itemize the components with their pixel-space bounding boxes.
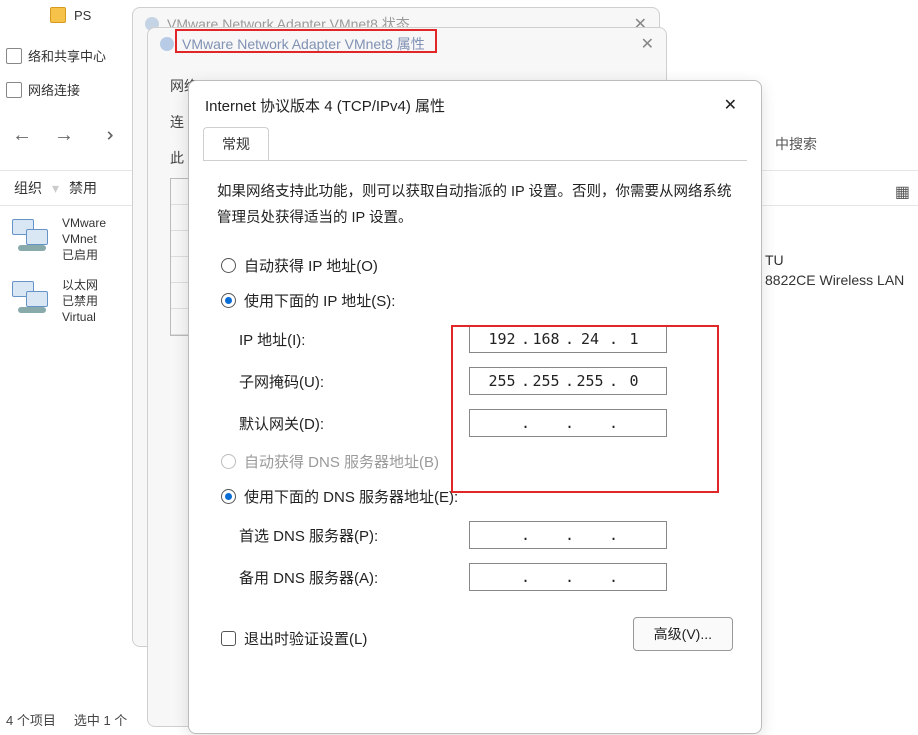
back-button[interactable]: ←	[12, 124, 32, 147]
description-text: 如果网络支持此功能，则可以获取自动指派的 IP 设置。否则，你需要从网络系统管理…	[217, 179, 733, 231]
folder-icon	[50, 7, 66, 23]
sharing-icon	[6, 48, 22, 64]
preferred-dns-input[interactable]: . . .	[469, 521, 667, 549]
forward-button[interactable]: →	[54, 124, 74, 147]
up-button[interactable]: ⌃	[92, 127, 117, 144]
radio-icon	[221, 293, 236, 308]
close-icon[interactable]: ✕	[641, 34, 654, 54]
default-gateway-input[interactable]: . . .	[469, 409, 667, 437]
field-label: 首选 DNS 服务器(P):	[239, 525, 469, 546]
radio-label: 使用下面的 IP 地址(S):	[244, 290, 395, 311]
bg-text-tu: TU	[765, 252, 784, 268]
adapter-text: VMware VMnet 已启用	[62, 215, 106, 263]
field-label: IP 地址(I):	[239, 329, 469, 350]
adapter-item-ethernet[interactable]: 以太网 已禁用 Virtual	[10, 277, 140, 325]
checkbox-icon	[221, 631, 236, 646]
adapter-item-vmware[interactable]: VMware VMnet 已启用	[10, 215, 140, 263]
tab-strip: 常规	[189, 127, 761, 160]
tab-general[interactable]: 常规	[203, 127, 269, 160]
subnet-mask-input[interactable]: 255. 255. 255. 0	[469, 367, 667, 395]
radio-auto-dns: 自动获得 DNS 服务器地址(B)	[221, 451, 733, 472]
radio-icon	[221, 258, 236, 273]
dialog-titlebar: Internet 协议版本 4 (TCP/IPv4) 属性 ✕	[189, 81, 761, 127]
field-preferred-dns: 首选 DNS 服务器(P): . . .	[239, 521, 733, 549]
sidebar-item-network-connections[interactable]: 网络连接	[0, 76, 130, 103]
adapter-list: VMware VMnet 已启用 以太网 已禁用 Virtual	[10, 215, 140, 339]
status-selected: 选中 1 个	[74, 710, 127, 729]
separator: ▾	[52, 180, 59, 197]
radio-label: 使用下面的 DNS 服务器地址(E):	[244, 486, 458, 507]
status-item-count: 4 个项目	[6, 710, 56, 729]
ip-address-input[interactable]: 192. 168. 24. 1	[469, 325, 667, 353]
field-label: 默认网关(D):	[239, 413, 469, 434]
radio-icon	[221, 454, 236, 469]
advanced-button[interactable]: 高级(V)...	[633, 617, 733, 651]
adapter-icon	[10, 215, 54, 259]
bg-text-wireless: 8822CE Wireless LAN	[765, 272, 904, 288]
sidebar-label: 络和共享中心	[28, 46, 106, 65]
radio-manual-dns[interactable]: 使用下面的 DNS 服务器地址(E):	[221, 486, 733, 507]
dialog-ipv4-properties: Internet 协议版本 4 (TCP/IPv4) 属性 ✕ 常规 如果网络支…	[188, 80, 762, 734]
connections-icon	[6, 82, 22, 98]
field-default-gateway: 默认网关(D): . . .	[239, 409, 733, 437]
radio-icon	[221, 489, 236, 504]
field-subnet-mask: 子网掩码(U): 255. 255. 255. 0	[239, 367, 733, 395]
radio-label: 自动获得 IP 地址(O)	[244, 255, 378, 276]
radio-manual-ip[interactable]: 使用下面的 IP 地址(S):	[221, 290, 733, 311]
field-alternate-dns: 备用 DNS 服务器(A): . . .	[239, 563, 733, 591]
toolbar-organize[interactable]: 组织	[14, 178, 42, 198]
dialog-titlebar: VMware Network Adapter VMnet8 属性 ✕	[148, 28, 666, 60]
radio-label: 自动获得 DNS 服务器地址(B)	[244, 451, 439, 472]
view-icon[interactable]: ▦	[895, 182, 910, 202]
field-label: 子网掩码(U):	[239, 371, 469, 392]
checkbox-label: 退出时验证设置(L)	[244, 628, 367, 649]
dialog-title: Internet 协议版本 4 (TCP/IPv4) 属性	[205, 95, 445, 116]
dialog-body: 如果网络支持此功能，则可以获取自动指派的 IP 设置。否则，你需要从网络系统管理…	[189, 161, 761, 663]
search-fragment: 中搜索	[775, 134, 817, 154]
sidebar-item-network-sharing[interactable]: 络和共享中心	[0, 42, 130, 69]
adapter-icon	[10, 277, 54, 321]
status-bar: 4 个项目 选中 1 个	[6, 710, 127, 729]
field-ip-address: IP 地址(I): 192. 168. 24. 1	[239, 325, 733, 353]
plug-icon	[160, 37, 174, 51]
folder-label: PS	[74, 8, 91, 23]
adapter-text: 以太网 已禁用 Virtual	[62, 277, 98, 325]
field-label: 备用 DNS 服务器(A):	[239, 567, 469, 588]
bottom-row: 退出时验证设置(L) 高级(V)...	[217, 605, 733, 651]
toolbar-disable[interactable]: 禁用	[69, 178, 97, 198]
dialog-title: VMware Network Adapter VMnet8 属性	[182, 34, 425, 54]
checkbox-validate-on-exit[interactable]: 退出时验证设置(L)	[221, 625, 367, 651]
close-button[interactable]: ✕	[716, 91, 745, 119]
sidebar-label: 网络连接	[28, 80, 80, 99]
radio-auto-ip[interactable]: 自动获得 IP 地址(O)	[221, 255, 733, 276]
alternate-dns-input[interactable]: . . .	[469, 563, 667, 591]
